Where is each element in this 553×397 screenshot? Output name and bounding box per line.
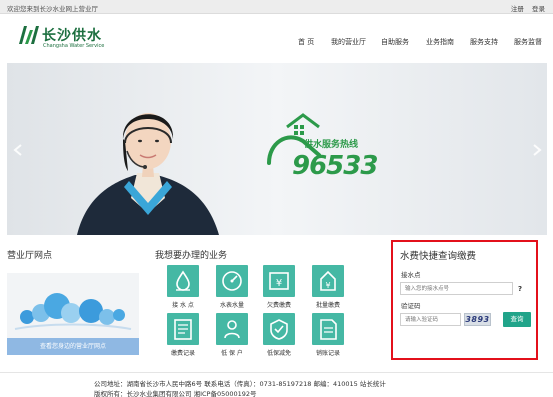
service-label: 低 保 户 [221, 350, 243, 357]
hotline: 供水服务热线 96533 [270, 135, 410, 195]
writeoff-record-icon [320, 319, 337, 340]
service-payment-record[interactable]: 缴费记录 [165, 313, 201, 357]
captcha-input[interactable] [400, 313, 461, 326]
nav-self-service[interactable]: 自助服务 [381, 37, 409, 47]
service-label: 批量缴费 [315, 302, 340, 309]
service-label: 销账记录 [315, 350, 340, 357]
login-link[interactable]: 登录 [532, 5, 545, 13]
banner-prev-button[interactable] [11, 143, 25, 157]
register-link[interactable]: 注册 [511, 5, 524, 13]
service-label: 低保减免 [266, 350, 291, 357]
hero-banner: 供水服务热线 96533 [7, 63, 547, 235]
service-label: 欠费缴费 [266, 302, 291, 309]
footer-copyright: 版权所有：长沙水业集团有限公司 湘ICP备05000192号 [94, 390, 257, 397]
water-point-icon [176, 270, 190, 291]
water-meter-icon [222, 271, 242, 291]
nav-guide[interactable]: 业务指南 [426, 37, 454, 47]
svg-text:¥: ¥ [325, 281, 330, 290]
welcome-text: 欢迎您来到长沙水业网上营业厅 [7, 5, 98, 13]
account-input[interactable] [400, 282, 513, 295]
chevron-right-icon [533, 144, 542, 156]
service-water-meter[interactable]: 水表水量 [214, 265, 250, 309]
reduction-icon [270, 319, 288, 340]
nav-home[interactable]: 首 页 [298, 37, 314, 47]
view-outlets-link[interactable]: 查看您身边的营业厅网点 [7, 338, 139, 355]
header: 长沙供水 Changsha Water Service 首 页 我的营业厅 自助… [0, 14, 553, 62]
hotline-label: 供水服务热线 [304, 140, 359, 150]
service-reduction[interactable]: 低保减免 [261, 313, 297, 357]
service-batch-pay[interactable]: ¥ 批量缴费 [310, 265, 346, 309]
location-pins-illustration [14, 293, 132, 330]
service-writeoff-record[interactable]: 销账记录 [310, 313, 346, 357]
captcha-image[interactable]: 3893 [464, 313, 491, 326]
service-pay-fee[interactable]: ¥ 欠费缴费 [261, 265, 297, 309]
nav-my-hall[interactable]: 我的营业厅 [331, 37, 366, 47]
account-label: 接水点 [401, 271, 421, 279]
footer-contact: 公司地址：湖南省长沙市人民中路6号 联系电话（传真）：0731-85197218… [94, 380, 386, 388]
svg-text:¥: ¥ [276, 278, 282, 289]
quick-query-panel: 水费快捷查询缴费 接水点 ? 验证码 3893 查询 [391, 240, 538, 360]
captcha-label: 验证码 [401, 302, 421, 310]
main-nav: 首 页 我的营业厅 自助服务 业务指南 服务支持 服务监督 [0, 37, 553, 49]
help-icon[interactable]: ? [518, 285, 522, 293]
nav-supervision[interactable]: 服务监督 [514, 37, 542, 47]
outlets-panel[interactable]: 查看您身边的营业厅网点 [7, 273, 139, 355]
query-button[interactable]: 查询 [503, 312, 531, 327]
batch-pay-icon: ¥ [320, 270, 336, 291]
banner-next-button[interactable] [530, 143, 544, 157]
low-income-icon [224, 320, 240, 339]
service-label: 缴费记录 [170, 350, 195, 357]
hotline-number: 96533 [292, 151, 378, 181]
service-low-income[interactable]: 低 保 户 [214, 313, 250, 357]
service-label: 水表水量 [219, 302, 244, 309]
outlets-title: 营业厅网点 [7, 251, 53, 261]
pay-fee-icon: ¥ [269, 272, 289, 290]
payment-record-icon [174, 319, 192, 340]
quick-query-title: 水费快捷查询缴费 [400, 251, 477, 262]
footer: 公司地址：湖南省长沙市人民中路6号 联系电话（传真）：0731-85197218… [0, 372, 553, 397]
services-title: 我想要办理的业务 [155, 251, 228, 261]
service-water-point[interactable]: 接 水 点 [165, 265, 201, 309]
service-label: 接 水 点 [172, 302, 194, 309]
nav-support[interactable]: 服务支持 [470, 37, 498, 47]
top-bar: 欢迎您来到长沙水业网上营业厅 注册 登录 [0, 0, 553, 14]
account-links: 注册 登录 [505, 3, 545, 13]
chevron-left-icon [13, 144, 22, 156]
